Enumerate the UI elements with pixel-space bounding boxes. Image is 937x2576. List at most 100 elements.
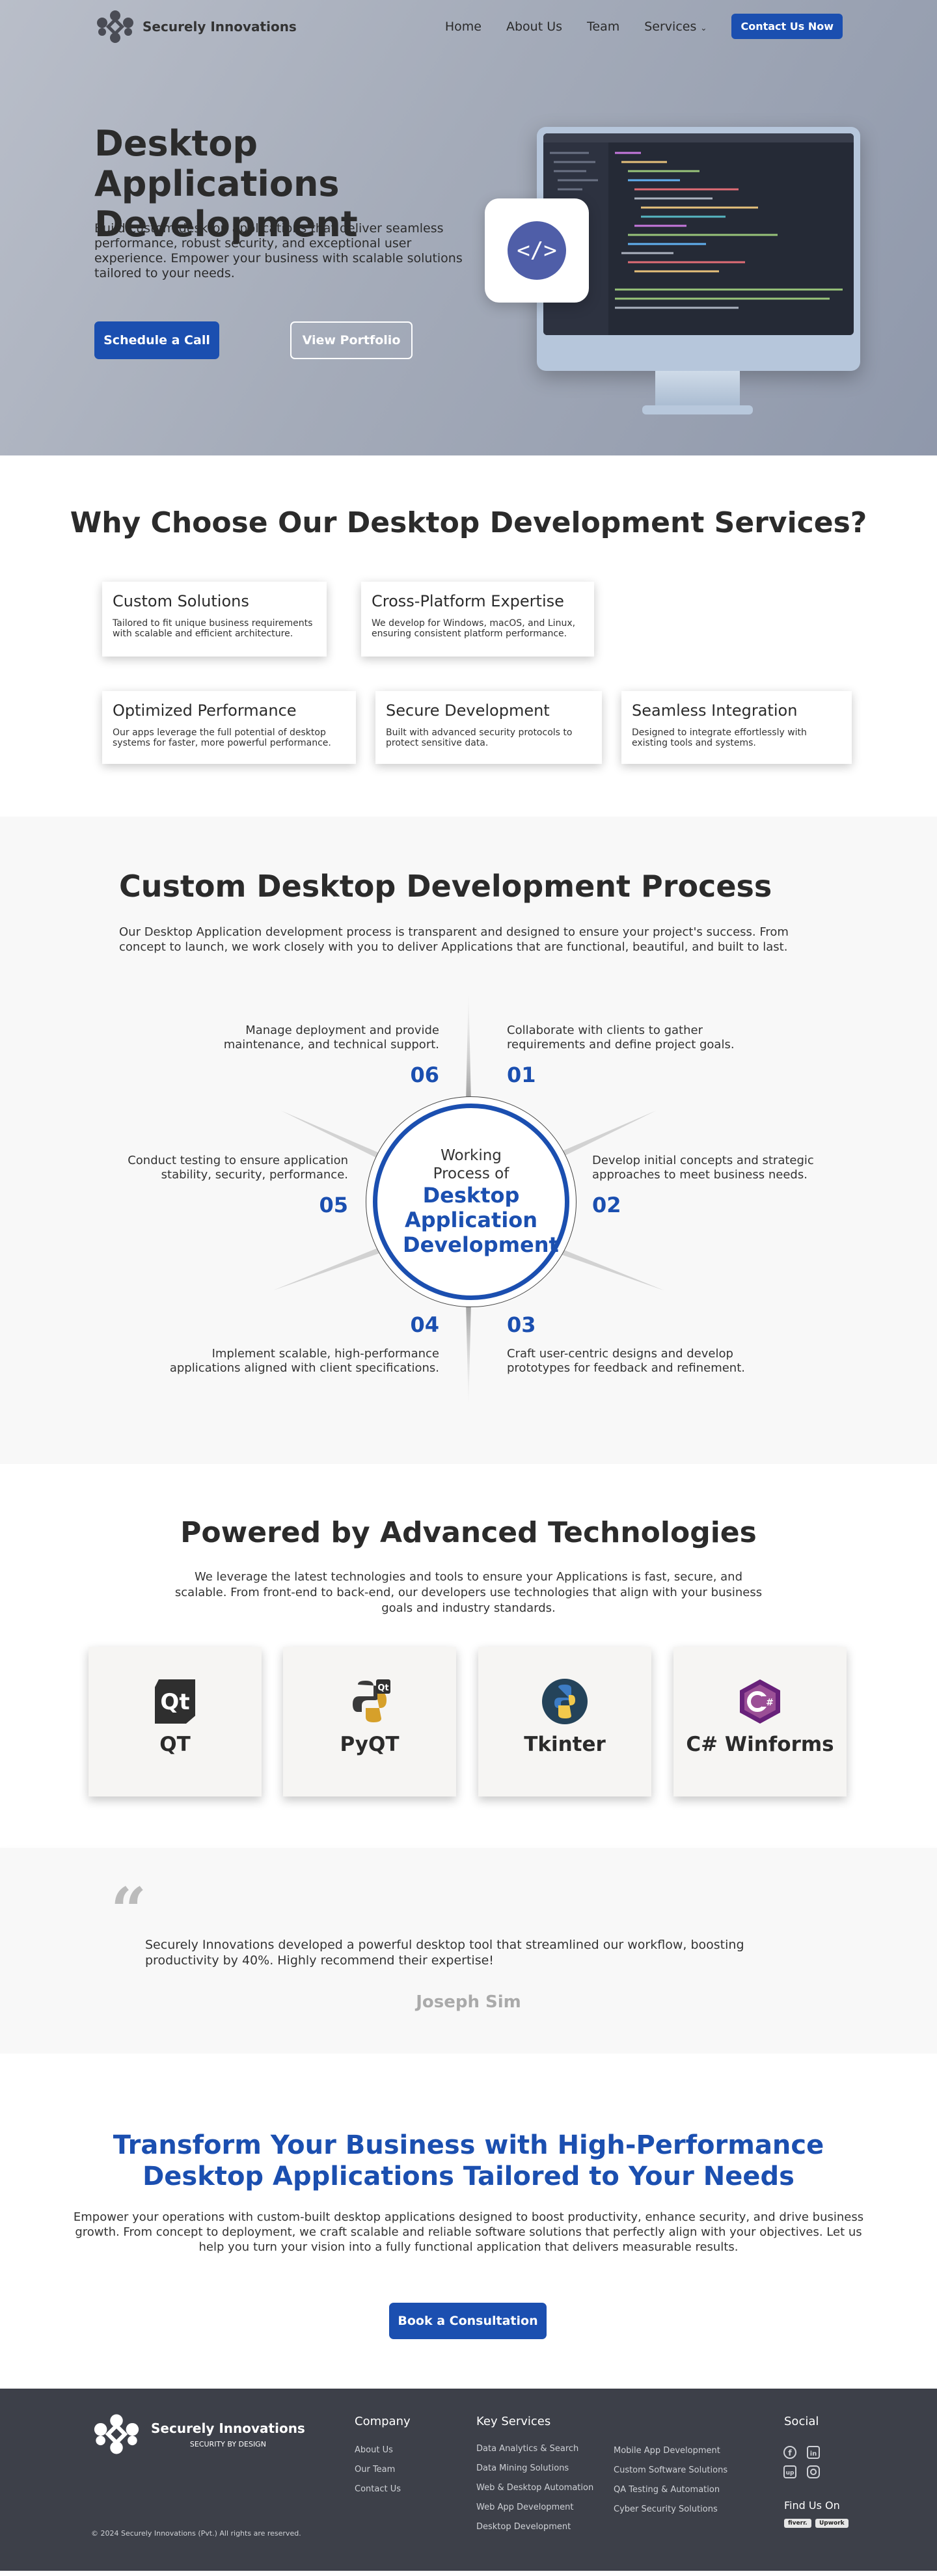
footer-service-link[interactable]: Custom Software Solutions — [614, 2465, 727, 2475]
logo-icon — [94, 2414, 139, 2454]
nav-services-label: Services — [644, 19, 697, 34]
nav-home[interactable]: Home — [445, 20, 482, 34]
footer-service-link[interactable]: Web & Desktop Automation — [476, 2483, 593, 2493]
footer-link-about[interactable]: About Us — [355, 2445, 393, 2455]
svg-text:f: f — [788, 2448, 792, 2458]
process-step-number: 05 — [319, 1193, 348, 1217]
nav-services[interactable]: Services ⌄ — [644, 20, 707, 34]
feature-card: Seamless Integration Designed to integra… — [621, 691, 852, 764]
instagram-icon[interactable] — [807, 2465, 820, 2478]
feature-card: Custom Solutions Tailored to fit unique … — [102, 582, 327, 657]
csharp-icon: # — [737, 1678, 783, 1725]
contact-us-button[interactable]: Contact Us Now — [731, 14, 843, 39]
footer-service-link[interactable]: Desktop Development — [476, 2522, 571, 2532]
process-section: Custom Desktop Development Process Our D… — [0, 817, 937, 1464]
python-icon — [541, 1678, 588, 1725]
hero-section: Securely Innovations Home About Us Team … — [0, 0, 937, 455]
card-desc: Designed to integrate effortlessly with … — [632, 727, 807, 748]
footer-service-link[interactable]: Mobile App Development — [614, 2446, 720, 2456]
testimonial-section: “ Securely Innovations developed a power… — [0, 1848, 937, 2054]
quote-icon: “ — [111, 1874, 147, 1947]
svg-text:#: # — [766, 1698, 774, 1708]
feature-card: Optimized Performance Our apps leverage … — [102, 691, 356, 764]
process-step-text: Manage deployment and provide maintenanc… — [223, 1024, 439, 1051]
code-badge: </> — [485, 198, 589, 303]
process-step-text: Develop initial concepts and strategic a… — [592, 1154, 814, 1182]
hero-description: Build custom desktop applications that d… — [94, 221, 463, 280]
book-consultation-button[interactable]: Book a Consultation — [389, 2303, 547, 2339]
upwork-icon[interactable]: up — [783, 2465, 796, 2478]
card-title: Cross-Platform Expertise — [372, 592, 564, 610]
footer-service-link[interactable]: Data Analytics & Search — [476, 2444, 578, 2454]
nav-about[interactable]: About Us — [506, 20, 562, 34]
footer-service-link[interactable]: Data Mining Solutions — [476, 2463, 569, 2473]
process-step-text: Conduct testing to ensure application st… — [128, 1154, 348, 1182]
tech-section: Powered by Advanced Technologies We leve… — [0, 1464, 937, 1848]
process-step-text: Implement scalable, high-performance app… — [169, 1347, 439, 1375]
tech-label: Tkinter — [524, 1733, 606, 1756]
why-section: Why Choose Our Desktop Development Servi… — [0, 455, 937, 817]
tech-label: PyQT — [340, 1733, 400, 1756]
footer-brand-name: Securely Innovations — [151, 2420, 305, 2436]
footer-link-team[interactable]: Our Team — [355, 2465, 395, 2474]
upwork-badge[interactable]: Upwork — [815, 2519, 849, 2528]
fiverr-badge[interactable]: fiverr. — [784, 2519, 811, 2528]
cta-section: Transform Your Business with High-Perfor… — [0, 2054, 937, 2389]
card-desc: Tailored to fit unique business requirem… — [113, 618, 313, 639]
svg-text:in: in — [810, 2450, 817, 2458]
footer-link-contact[interactable]: Contact Us — [355, 2484, 401, 2494]
process-step-text: Collaborate with clients to gather requi… — [507, 1024, 735, 1051]
svg-text:up: up — [786, 2470, 794, 2476]
qt-icon: Qt — [152, 1678, 198, 1725]
card-desc: We develop for Windows, macOS, and Linux… — [372, 618, 576, 639]
nav-team[interactable]: Team — [587, 20, 619, 34]
process-step-number: 06 — [410, 1063, 439, 1087]
view-portfolio-button[interactable]: View Portfolio — [290, 321, 413, 359]
process-step-number: 01 — [507, 1063, 536, 1087]
feature-card: Cross-Platform Expertise We develop for … — [361, 582, 594, 657]
top-nav: Securely Innovations Home About Us Team … — [0, 0, 937, 52]
testimonial-author: Joseph Sim — [416, 1992, 521, 2012]
tech-card-csharp: # C# Winforms — [673, 1647, 847, 1796]
process-step-number: 02 — [592, 1193, 621, 1217]
process-center-circle: Working Process of Desktop Application D… — [366, 1096, 577, 1307]
process-step-number: 04 — [410, 1312, 439, 1337]
logo-icon — [97, 10, 133, 43]
footer-company-heading: Company — [355, 2415, 411, 2428]
copyright: © 2024 Securely Innovations (Pvt.) All r… — [91, 2529, 301, 2538]
tech-card-tkinter: Tkinter — [478, 1647, 651, 1796]
footer-service-link[interactable]: Web App Development — [476, 2502, 574, 2512]
code-editor-graphic — [543, 133, 854, 335]
center-big-text: Desktop Application Development — [403, 1183, 559, 1257]
facebook-icon[interactable]: f — [783, 2446, 796, 2459]
testimonial-quote: Securely Innovations developed a powerfu… — [145, 1938, 744, 1968]
tech-label: C# Winforms — [686, 1733, 834, 1756]
tech-card-pyqt: Qt PyQT — [283, 1647, 456, 1796]
linkedin-icon[interactable]: in — [807, 2446, 820, 2459]
footer-services-heading: Key Services — [476, 2415, 551, 2428]
tech-card-qt: Qt QT — [88, 1647, 262, 1796]
tech-title: Powered by Advanced Technologies — [180, 1516, 757, 1549]
card-title: Custom Solutions — [113, 592, 249, 610]
card-title: Optimized Performance — [113, 701, 297, 720]
center-small-text: Working Process of — [433, 1147, 509, 1182]
monitor-base — [642, 405, 753, 414]
footer-brand-tagline: SECURITY BY DESIGN — [189, 2439, 266, 2448]
footer: Securely Innovations SECURITY BY DESIGN … — [0, 2389, 937, 2571]
footer-brand[interactable]: Securely Innovations SECURITY BY DESIGN — [91, 2413, 305, 2455]
brand-name: Securely Innovations — [143, 19, 297, 34]
tech-description: We leverage the latest technologies and … — [174, 1570, 763, 1615]
brand-logo[interactable]: Securely Innovations — [94, 10, 297, 44]
process-center-inner: Working Process of Desktop Application D… — [373, 1104, 569, 1300]
schedule-call-button[interactable]: Schedule a Call — [94, 321, 219, 359]
nav-links: Home About Us Team Services ⌄ Contact Us… — [445, 14, 843, 39]
card-desc: Our apps leverage the full potential of … — [113, 727, 331, 748]
card-desc: Built with advanced security protocols t… — [386, 727, 573, 748]
code-icon: </> — [508, 221, 566, 280]
footer-service-link[interactable]: Cyber Security Solutions — [614, 2504, 718, 2514]
footer-service-link[interactable]: QA Testing & Automation — [614, 2485, 720, 2495]
cta-description: Empower your operations with custom-buil… — [73, 2210, 864, 2254]
chevron-down-icon: ⌄ — [700, 23, 707, 33]
cta-title: Transform Your Business with High-Perfor… — [113, 2130, 824, 2191]
card-title: Seamless Integration — [632, 701, 798, 720]
